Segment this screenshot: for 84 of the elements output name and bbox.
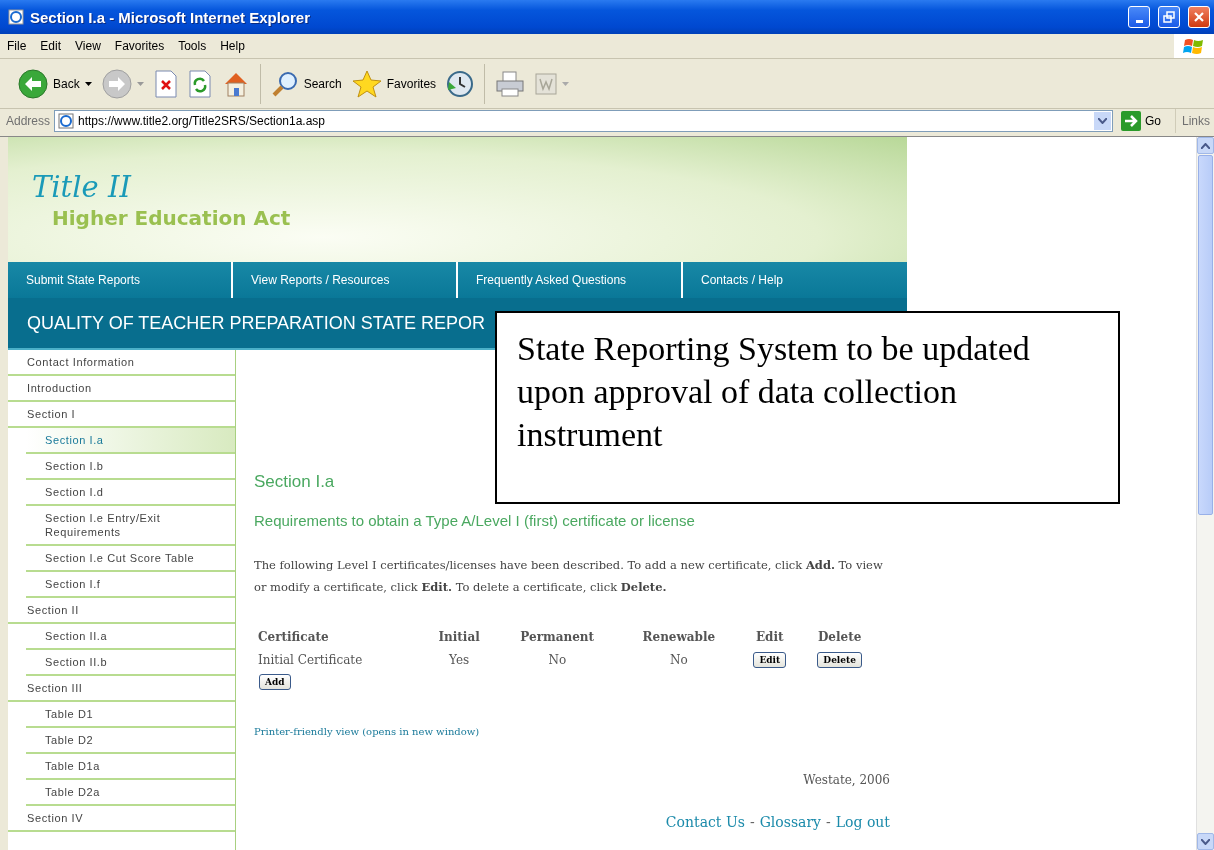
links-button[interactable]: Links	[1175, 109, 1214, 133]
link-separator: -	[749, 814, 755, 830]
printer-icon	[495, 69, 526, 98]
section-heading: Section I.a	[254, 472, 336, 492]
caret-icon	[562, 81, 570, 86]
instructions-text: The following Level I certificates/licenses have been described. To add a new certificate, click Add. To view or modify a certificate, click Edit. To delete a certificate, click Delete.	[254, 557, 884, 596]
add-button[interactable]: Add	[259, 674, 291, 690]
star-icon	[351, 69, 382, 98]
nav-tab[interactable]: Frequently Asked Questions	[458, 262, 683, 298]
sidebar-item[interactable]: Section II.a	[26, 624, 235, 650]
column-header: Renewable	[641, 629, 717, 646]
sidebar-item[interactable]: Table D2a	[26, 780, 235, 806]
column-header: Initial	[437, 629, 481, 646]
column-header: Delete	[816, 629, 863, 646]
footer-link[interactable]: Glossary	[759, 814, 822, 830]
back-button[interactable]: Back	[14, 66, 96, 101]
logo-title: Title II	[32, 169, 133, 204]
scroll-up-icon	[1201, 142, 1210, 149]
caret-icon	[84, 81, 92, 86]
address-label: Address	[6, 114, 51, 128]
caret-icon	[136, 81, 144, 86]
sidebar-item[interactable]: Section I.b	[26, 454, 235, 480]
sidebar-item[interactable]: Table D2	[26, 728, 235, 754]
table-cell-text: No	[669, 652, 689, 669]
sidebar-item[interactable]: Section I.d	[26, 480, 235, 506]
nav-tab[interactable]: View Reports / Resources	[233, 262, 458, 298]
restore-button[interactable]	[1158, 6, 1180, 28]
sidebar-item[interactable]: Table D1	[26, 702, 235, 728]
column-header: Certificate	[257, 629, 330, 646]
footer-link[interactable]: Log out	[835, 814, 890, 830]
page-icon	[58, 113, 75, 129]
menu-item[interactable]: Help	[213, 37, 252, 55]
column-header: Permanent	[519, 629, 596, 646]
minimize-icon	[1135, 19, 1143, 23]
sidebar-item[interactable]: Section I.a	[26, 428, 235, 454]
table-cell-text: No	[547, 652, 568, 669]
refresh-icon	[187, 69, 212, 98]
go-button[interactable]: Go	[1116, 111, 1171, 131]
menu-item[interactable]: File	[0, 37, 34, 55]
scrollbar[interactable]	[1196, 137, 1214, 850]
copyright-text: Westate, 2006	[803, 773, 890, 787]
sidebar-item[interactable]: Contact Information	[8, 350, 235, 376]
footer-link[interactable]: Contact Us	[665, 814, 745, 830]
close-button[interactable]	[1188, 6, 1210, 28]
nav-tab[interactable]: Contacts / Help	[683, 262, 907, 298]
table-cell-text: Yes	[448, 652, 471, 669]
minimize-button[interactable]	[1128, 6, 1150, 28]
sidebar-item[interactable]: Section IV	[8, 806, 235, 832]
close-icon	[1193, 11, 1205, 23]
menu-item[interactable]: View	[68, 37, 108, 55]
window-title: Section I.a - Microsoft Internet Explorer	[30, 8, 312, 26]
restore-icon	[1163, 11, 1175, 23]
edit-button[interactable]: Edit	[753, 652, 787, 668]
sidebar-item[interactable]: Section II.b	[26, 650, 235, 676]
browser-icon	[8, 9, 24, 25]
search-button[interactable]: Search	[266, 67, 346, 100]
scroll-down-icon	[1201, 838, 1210, 845]
printer-friendly-link[interactable]: Printer-friendly view (opens in new window)	[254, 726, 480, 737]
nav-tab[interactable]: Submit State Reports	[8, 262, 233, 298]
table-cell-text: Initial Certificate	[257, 652, 364, 669]
section-subheading: Requirements to obtain a Type A/Level I (first) certificate or license	[254, 512, 696, 529]
windows-flag-icon	[1183, 36, 1205, 56]
menu-item[interactable]: Tools	[171, 37, 214, 55]
stop-icon	[153, 69, 178, 98]
sidebar-item[interactable]: Section III	[8, 676, 235, 702]
favorites-button[interactable]: Favorites	[347, 67, 441, 100]
link-separator: -	[826, 814, 831, 830]
menu-item[interactable]: Favorites	[107, 37, 172, 55]
sidebar-item[interactable]: Section II	[8, 598, 235, 624]
address-field[interactable]: https://www.title2.org/Title2SRS/Section1a.asp	[54, 110, 1113, 132]
sidebar-item[interactable]: Section I.e Cut Score Table	[26, 546, 235, 572]
document-icon	[535, 72, 558, 95]
column-header: Edit	[754, 629, 785, 646]
sidebar-item[interactable]: Section I.f	[26, 572, 235, 598]
menu-item[interactable]: Edit	[33, 37, 69, 55]
scrollbar-thumb[interactable]	[1198, 155, 1213, 515]
sidebar-item[interactable]: Introduction	[8, 376, 235, 402]
callout-note: State Reporting System to be updated upon approval of data collection instrument	[495, 311, 1120, 504]
sidebar-item[interactable]: Section I.e Entry/Exit Requirements	[26, 506, 235, 546]
go-arrow-icon	[1120, 111, 1141, 131]
sidebar-item[interactable]: Table D1a	[26, 754, 235, 780]
delete-button[interactable]: Delete	[817, 652, 862, 668]
logo-subtitle: Higher Education Act	[51, 205, 292, 230]
search-icon	[270, 69, 299, 98]
